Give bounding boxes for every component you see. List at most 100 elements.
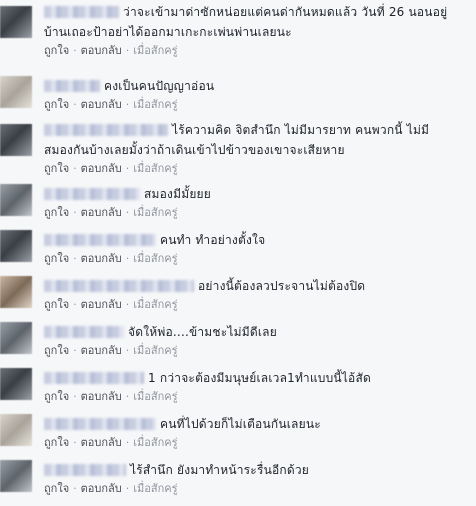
commenter-name[interactable] (44, 418, 156, 430)
separator: · (125, 161, 130, 175)
timestamp[interactable]: เมื่อสักครู่ (133, 387, 177, 405)
reply-button[interactable]: ตอบกลับ (81, 433, 122, 451)
timestamp[interactable]: เมื่อสักครู่ (133, 479, 177, 497)
avatar[interactable] (0, 322, 32, 354)
avatar[interactable] (0, 368, 32, 400)
avatar[interactable] (0, 124, 32, 156)
separator: · (125, 297, 130, 311)
comment-actions: ถูกใจ · ตอบกลับ · เมื่อสักครู่ (44, 388, 476, 404)
reply-button[interactable]: ตอบกลับ (81, 249, 122, 267)
separator: · (73, 161, 77, 175)
comment-actions: ถูกใจ · ตอบกลับ · เมื่อสักครู่ (44, 160, 476, 176)
comment-body: คนที่ไปด้วยก็ไม่เตือนกันเลยนะ ถูกใจ · ตอบ… (44, 414, 476, 450)
reply-button[interactable]: ตอบกลับ (81, 41, 122, 59)
commenter-name[interactable] (44, 280, 194, 292)
separator: · (125, 389, 130, 403)
timestamp[interactable]: เมื่อสักครู่ (133, 295, 177, 313)
separator: · (73, 97, 77, 111)
avatar[interactable] (0, 414, 32, 446)
comment-actions: ถูกใจ · ตอบกลับ · เมื่อสักครู่ (44, 96, 476, 112)
timestamp[interactable]: เมื่อสักครู่ (133, 95, 177, 113)
commenter-name[interactable] (44, 188, 140, 200)
timestamp[interactable]: เมื่อสักครู่ (133, 249, 177, 267)
avatar[interactable] (0, 460, 32, 492)
timestamp[interactable]: เมื่อสักครู่ (133, 41, 177, 59)
comment-text: จัดให้พ่อ....ข้ามชะไม่มีดีเลย (128, 324, 277, 339)
like-button[interactable]: ถูกใจ (44, 203, 69, 221)
reply-button[interactable]: ตอบกลับ (81, 479, 122, 497)
commenter-name[interactable] (44, 234, 156, 246)
reply-button[interactable]: ตอบกลับ (81, 95, 122, 113)
comment-text: 1 กว่าจะต้องมีมนุษย์เลเวล1ทำแบบนี้ไอ้สัด (148, 370, 371, 385)
commenter-name[interactable] (44, 372, 144, 384)
reply-button[interactable]: ตอบกลับ (81, 341, 122, 359)
comment-body: คงเป็นคนปัญญาอ่อน ถูกใจ · ตอบกลับ · เมื่อส… (44, 76, 476, 112)
like-button[interactable]: ถูกใจ (44, 41, 69, 59)
comment-text: อย่างนี้ต้องลวประจานไม่ต้องปิด (198, 278, 366, 293)
comment-text: คนทำ ทำอย่างตั้งใจ (160, 232, 266, 247)
timestamp[interactable]: เมื่อสักครู่ (133, 433, 177, 451)
comment-text: บ้านเถอะป้าอย่าได้ออกมาเกะกะเพ่นพ่านเลยน… (44, 24, 292, 39)
like-button[interactable]: ถูกใจ (44, 159, 69, 177)
commenter-name[interactable] (44, 80, 100, 92)
comment-text: สมองมีมั้ยยย (144, 186, 212, 201)
like-button[interactable]: ถูกใจ (44, 341, 69, 359)
timestamp[interactable]: เมื่อสักครู่ (133, 159, 177, 177)
separator: · (73, 481, 77, 495)
comment-text: คนที่ไปด้วยก็ไม่เตือนกันเลยนะ (160, 416, 321, 431)
comment-text: สมองกันบ้างเลยมั้งว่าถ้าเดินเข้าไปข้าวขอ… (44, 142, 345, 157)
comment-actions: ถูกใจ · ตอบกลับ · เมื่อสักครู่ (44, 204, 476, 220)
comment-body: สมองมีมั้ยยย ถูกใจ · ตอบกลับ · เมื่อสักครู… (44, 184, 476, 220)
like-button[interactable]: ถูกใจ (44, 387, 69, 405)
separator: · (73, 389, 77, 403)
comment-text: ว่าจะเข้ามาด่าซักหน่อยแต่คนด่ากันหมดแล้ว… (123, 4, 448, 19)
comment-feed: ว่าจะเข้ามาด่าซักหน่อยแต่คนด่ากันหมดแล้ว… (0, 0, 476, 506)
separator: · (73, 435, 77, 449)
comment-actions: ถูกใจ · ตอบกลับ · เมื่อสักครู่ (44, 42, 476, 58)
avatar[interactable] (0, 6, 32, 38)
avatar[interactable] (0, 184, 32, 216)
avatar[interactable] (0, 76, 32, 108)
separator: · (125, 97, 130, 111)
like-button[interactable]: ถูกใจ (44, 95, 69, 113)
separator: · (125, 481, 130, 495)
separator: · (125, 251, 130, 265)
reply-button[interactable]: ตอบกลับ (81, 295, 122, 313)
commenter-name[interactable] (44, 124, 168, 136)
separator: · (73, 297, 77, 311)
timestamp[interactable]: เมื่อสักครู่ (133, 341, 177, 359)
like-button[interactable]: ถูกใจ (44, 295, 69, 313)
reply-button[interactable]: ตอบกลับ (81, 203, 122, 221)
separator: · (73, 43, 77, 57)
commenter-name[interactable] (44, 326, 124, 338)
like-button[interactable]: ถูกใจ (44, 479, 69, 497)
like-button[interactable]: ถูกใจ (44, 249, 69, 267)
separator: · (125, 343, 130, 357)
comment-text: คงเป็นคนปัญญาอ่อน (104, 78, 215, 93)
comment-body: ว่าจะเข้ามาด่าซักหน่อยแต่คนด่ากันหมดแล้ว… (44, 2, 476, 58)
comment-actions: ถูกใจ · ตอบกลับ · เมื่อสักครู่ (44, 250, 476, 266)
comment-body: ไร้ความคิด จิตสำนึก ไม่มีมารยาท คนพวกนี้… (44, 120, 476, 176)
reply-button[interactable]: ตอบกลับ (81, 159, 122, 177)
comment-body: อย่างนี้ต้องลวประจานไม่ต้องปิด ถูกใจ · ตอ… (44, 276, 476, 312)
comment-body: จัดให้พ่อ....ข้ามชะไม่มีดีเลย ถูกใจ · ตอบ… (44, 322, 476, 358)
comment-text: ไร้ความคิด จิตสำนึก ไม่มีมารยาท คนพวกนี้… (172, 122, 430, 137)
reply-button[interactable]: ตอบกลับ (81, 387, 122, 405)
comment-body: ไร้สำนึก ยังมาทำหน้าระรื่นอีกด้วย ถูกใจ ·… (44, 460, 476, 496)
commenter-name[interactable] (44, 6, 119, 18)
comment-text: ไร้สำนึก ยังมาทำหน้าระรื่นอีกด้วย (130, 462, 310, 477)
comment-body: คนทำ ทำอย่างตั้งใจ ถูกใจ · ตอบกลับ · เมื่อ… (44, 230, 476, 266)
avatar[interactable] (0, 276, 32, 308)
comment-actions: ถูกใจ · ตอบกลับ · เมื่อสักครู่ (44, 342, 476, 358)
separator: · (73, 251, 77, 265)
separator: · (125, 43, 130, 57)
comment-actions: ถูกใจ · ตอบกลับ · เมื่อสักครู่ (44, 296, 476, 312)
like-button[interactable]: ถูกใจ (44, 433, 69, 451)
commenter-name[interactable] (44, 464, 126, 476)
separator: · (73, 205, 77, 219)
separator: · (125, 435, 130, 449)
comment-body: 1 กว่าจะต้องมีมนุษย์เลเวล1ทำแบบนี้ไอ้สัด… (44, 368, 476, 404)
timestamp[interactable]: เมื่อสักครู่ (133, 203, 177, 221)
avatar[interactable] (0, 230, 32, 262)
comment-actions: ถูกใจ · ตอบกลับ · เมื่อสักครู่ (44, 480, 476, 496)
